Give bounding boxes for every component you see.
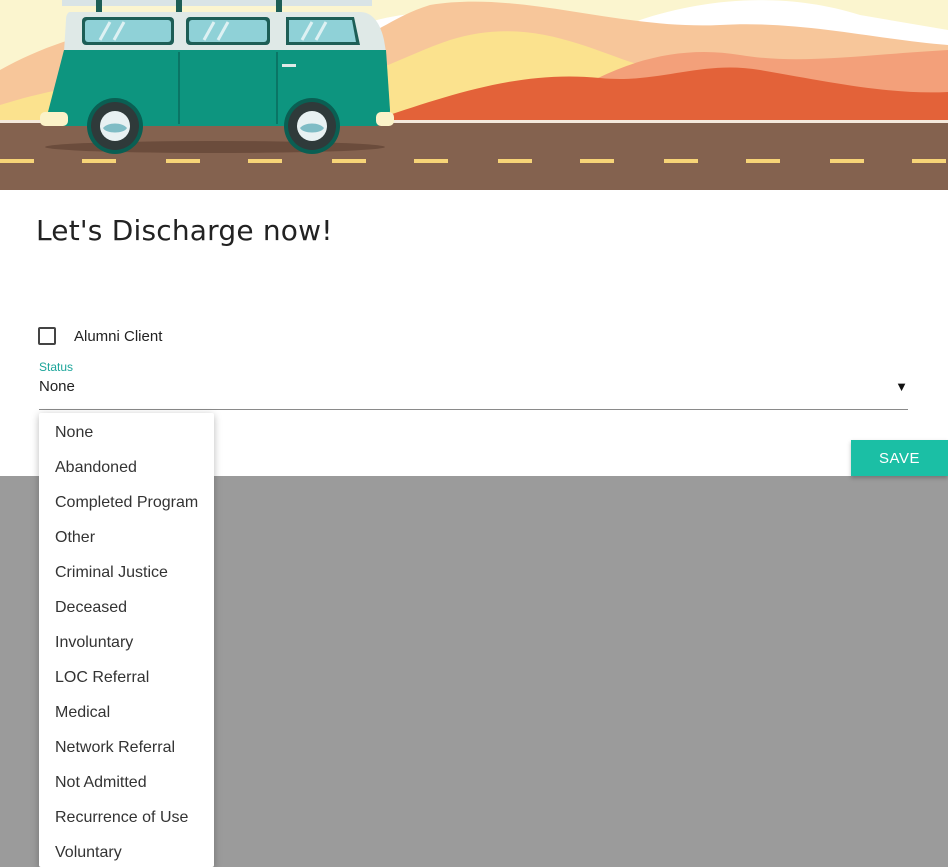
hero-banner — [0, 0, 948, 190]
status-field-label: Status — [39, 360, 74, 374]
status-option-voluntary[interactable]: Voluntary — [39, 835, 214, 867]
save-button[interactable]: SAVE — [851, 440, 948, 476]
status-option-other[interactable]: Other — [39, 520, 214, 555]
page-title: Let's Discharge now! — [36, 214, 333, 247]
status-option-completed-program[interactable]: Completed Program — [39, 485, 214, 520]
status-option-loc-referral[interactable]: LOC Referral — [39, 660, 214, 695]
status-option-medical[interactable]: Medical — [39, 695, 214, 730]
status-option-deceased[interactable]: Deceased — [39, 590, 214, 625]
status-option-abandoned[interactable]: Abandoned — [39, 450, 214, 485]
status-option-not-admitted[interactable]: Not Admitted — [39, 765, 214, 800]
alumni-client-checkbox[interactable] — [38, 327, 56, 345]
status-dropdown-menu: None Abandoned Completed Program Other C… — [39, 413, 214, 867]
alumni-client-label: Alumni Client — [74, 327, 163, 345]
status-option-none[interactable]: None — [39, 415, 214, 450]
alumni-client-checkbox-row[interactable]: Alumni Client — [38, 325, 162, 347]
caret-down-icon[interactable]: ▼ — [895, 379, 908, 394]
status-selected-value: None — [39, 378, 75, 395]
status-select[interactable]: None ▼ — [39, 374, 908, 410]
status-option-recurrence-of-use[interactable]: Recurrence of Use — [39, 800, 214, 835]
status-option-network-referral[interactable]: Network Referral — [39, 730, 214, 765]
status-option-involuntary[interactable]: Involuntary — [39, 625, 214, 660]
camper-van-illustration — [0, 0, 948, 190]
status-option-criminal-justice[interactable]: Criminal Justice — [39, 555, 214, 590]
